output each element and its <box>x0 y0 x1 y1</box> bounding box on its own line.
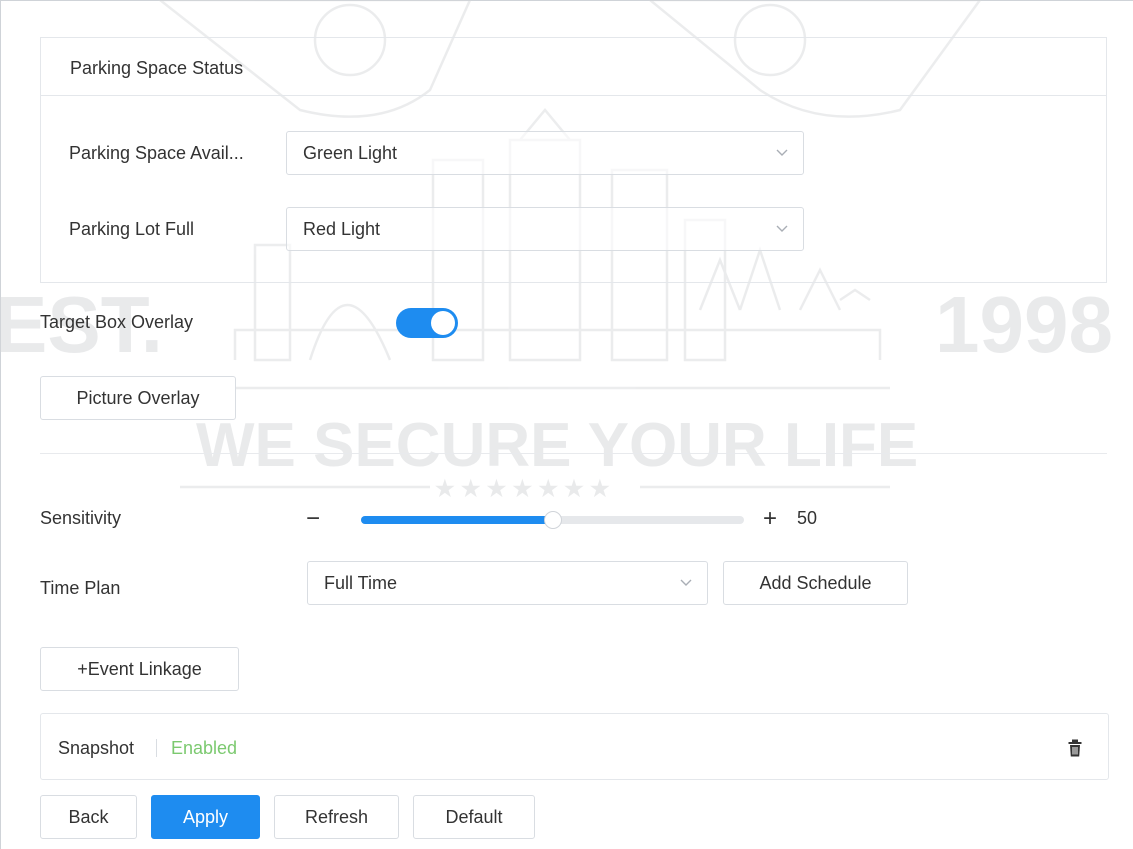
sensitivity-decrease-button[interactable]: − <box>306 507 320 531</box>
back-button[interactable]: Back <box>40 795 137 839</box>
sensitivity-slider[interactable] <box>361 511 744 529</box>
panel-title: Parking Space Status <box>70 58 244 78</box>
left-border <box>0 0 1 849</box>
panel-header: Parking Space Status <box>41 38 1106 96</box>
svg-text:★ ★ ★ ★ ★ ★ ★: ★ ★ ★ ★ ★ ★ ★ <box>435 476 610 501</box>
chevron-down-icon <box>776 225 788 232</box>
linkage-item-name: Snapshot <box>58 738 135 758</box>
parking-full-label: Parking Lot Full <box>69 219 195 239</box>
time-plan-select[interactable]: Full Time <box>307 561 708 605</box>
sensitivity-slider-fill <box>361 516 553 524</box>
parking-available-label: Parking Space Avail... <box>69 143 244 163</box>
sensitivity-label: Sensitivity <box>40 508 122 528</box>
svg-text:1998: 1998 <box>935 280 1113 369</box>
add-schedule-button[interactable]: Add Schedule <box>723 561 908 605</box>
parking-available-select[interactable]: Green Light <box>286 131 804 175</box>
time-plan-value: Full Time <box>324 573 398 593</box>
sensitivity-slider-handle[interactable] <box>543 511 562 529</box>
section-divider <box>40 453 1107 454</box>
event-linkage-button[interactable]: +Event Linkage <box>40 647 239 691</box>
sensitivity-value: 50 <box>797 508 818 528</box>
parking-full-value: Red Light <box>303 219 381 239</box>
linkage-item-status: Enabled <box>171 738 238 758</box>
default-button[interactable]: Default <box>413 795 535 839</box>
time-plan-label: Time Plan <box>40 578 121 598</box>
target-box-overlay-toggle[interactable] <box>396 308 458 338</box>
trash-icon[interactable] <box>1068 739 1082 757</box>
top-border <box>0 0 1133 1</box>
target-box-overlay-label: Target Box Overlay <box>40 312 194 332</box>
svg-text:WE SECURE YOUR LIFE: WE SECURE YOUR LIFE <box>196 411 918 480</box>
parking-full-select[interactable]: Red Light <box>286 207 804 251</box>
chevron-down-icon <box>776 149 788 156</box>
parking-available-value: Green Light <box>303 143 398 163</box>
sensitivity-increase-button[interactable]: + <box>763 507 777 531</box>
toggle-knob <box>431 311 455 335</box>
linkage-item-separator <box>156 739 157 757</box>
picture-overlay-button[interactable]: Picture Overlay <box>40 376 236 420</box>
refresh-button[interactable]: Refresh <box>274 795 399 839</box>
apply-button[interactable]: Apply <box>151 795 260 839</box>
chevron-down-icon <box>680 579 692 586</box>
linkage-item-card: Snapshot Enabled <box>40 713 1109 780</box>
